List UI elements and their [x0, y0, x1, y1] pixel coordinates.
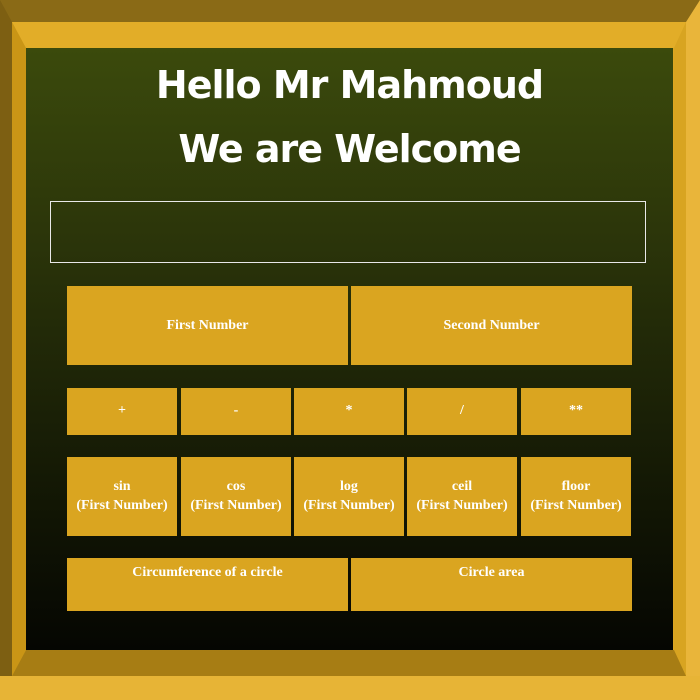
- ceil-button[interactable]: ceil (First Number): [407, 457, 517, 536]
- sin-button[interactable]: sin (First Number): [67, 457, 177, 536]
- cos-arg-label: (First Number): [190, 497, 282, 513]
- result-display[interactable]: [50, 201, 646, 263]
- divide-button[interactable]: /: [407, 388, 517, 435]
- ceil-arg-label: (First Number): [416, 497, 508, 513]
- welcome-title: We are Welcome: [178, 127, 521, 171]
- cos-label: cos: [226, 478, 246, 494]
- ceil-label: ceil: [451, 478, 473, 494]
- subtract-button[interactable]: -: [181, 388, 291, 435]
- bevel-top: [0, 0, 700, 22]
- power-button[interactable]: **: [521, 388, 631, 435]
- second-number-input[interactable]: [351, 286, 632, 365]
- sin-label: sin: [113, 478, 131, 494]
- circle-area-button[interactable]: Circle area: [351, 558, 632, 611]
- calculator-panel: Hello Mr Mahmoud We are Welcome + - * / …: [26, 48, 673, 650]
- add-button[interactable]: +: [67, 388, 177, 435]
- first-number-input[interactable]: [67, 286, 348, 365]
- page-frame: Hello Mr Mahmoud We are Welcome + - * / …: [0, 0, 700, 700]
- log-button[interactable]: log (First Number): [294, 457, 404, 536]
- bevel-bottom: [0, 676, 700, 700]
- bevel-top-inner: [0, 22, 700, 48]
- greeting-title: Hello Mr Mahmoud: [155, 63, 544, 107]
- bevel-left: [0, 0, 12, 700]
- log-label: log: [340, 478, 358, 494]
- multiply-button[interactable]: *: [294, 388, 404, 435]
- bevel-left-inner: [12, 22, 26, 676]
- floor-button[interactable]: floor (First Number): [521, 457, 631, 536]
- bevel-right-inner: [674, 22, 686, 676]
- circumference-button[interactable]: Circumference of a circle: [67, 558, 348, 611]
- sin-arg-label: (First Number): [76, 497, 168, 513]
- cos-button[interactable]: cos (First Number): [181, 457, 291, 536]
- floor-label: floor: [561, 478, 591, 494]
- bevel-bottom-inner: [12, 650, 686, 676]
- log-arg-label: (First Number): [303, 497, 395, 513]
- bevel-right: [686, 0, 700, 700]
- floor-arg-label: (First Number): [530, 497, 622, 513]
